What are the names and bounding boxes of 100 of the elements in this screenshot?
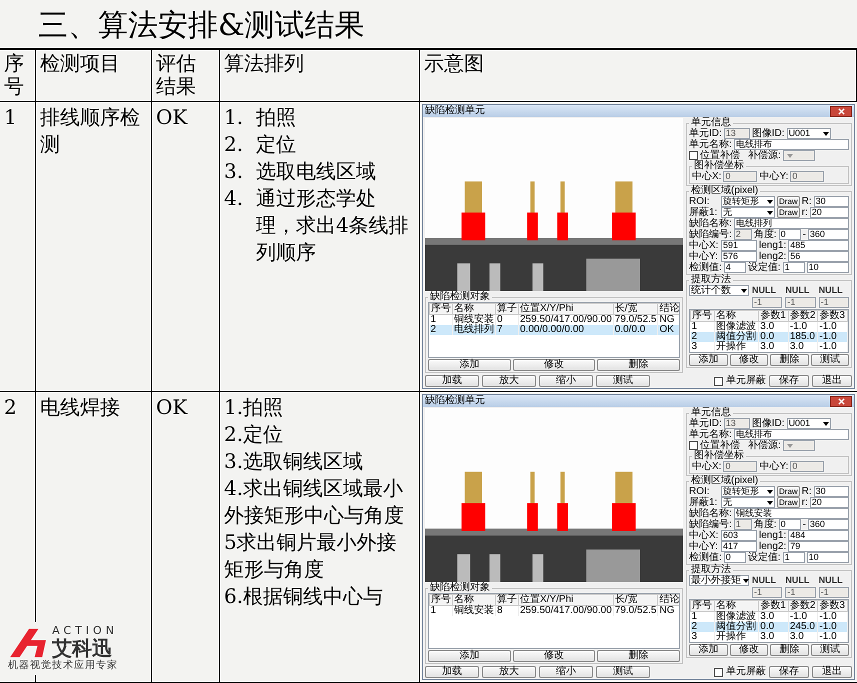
column-header[interactable]: 参数3: [818, 310, 848, 322]
column-header[interactable]: 参数1: [758, 310, 788, 322]
checkbox[interactable]: [689, 441, 698, 450]
text-field[interactable]: 576: [721, 251, 757, 262]
dropdown[interactable]: U001: [786, 418, 831, 429]
text-field[interactable]: -1: [752, 297, 782, 308]
text-field[interactable]: 铜线安装: [734, 508, 849, 519]
dropdown[interactable]: 无: [721, 497, 775, 508]
column-header[interactable]: 名称: [714, 310, 759, 322]
action-button[interactable]: 测试: [596, 375, 650, 387]
action-button[interactable]: 加载: [425, 375, 479, 387]
action-button[interactable]: 放大: [482, 375, 536, 387]
column-header[interactable]: 算子: [496, 304, 518, 314]
column-header[interactable]: 位置X/Y/Phi: [518, 304, 614, 314]
action-button[interactable]: 删除: [597, 650, 680, 662]
dropdown[interactable]: U001: [786, 128, 831, 139]
dropdown[interactable]: 统计个数: [689, 285, 749, 296]
table-row[interactable]: 2 阈值分割 0.0 245.0 -1.0: [690, 622, 848, 632]
table-row[interactable]: 2 阈值分割 0.0 185.0 -1.0: [690, 332, 848, 342]
text-field[interactable]: 485: [788, 240, 849, 251]
action-button[interactable]: 缩小: [539, 666, 593, 678]
column-header[interactable]: 参数2: [788, 310, 818, 322]
action-button[interactable]: 放大: [482, 666, 536, 678]
dropdown[interactable]: 旋转矩形: [721, 196, 775, 207]
action-button[interactable]: 添加: [689, 354, 728, 366]
text-field[interactable]: 1: [734, 519, 752, 530]
action-button[interactable]: 测试: [596, 666, 650, 678]
text-field[interactable]: 10: [806, 552, 849, 563]
dropdown[interactable]: 最小外接矩: [689, 575, 749, 586]
text-field[interactable]: 484: [788, 530, 849, 541]
checkbox[interactable]: [714, 668, 723, 676]
text-field[interactable]: 13: [724, 128, 750, 139]
column-header[interactable]: 名称: [452, 594, 496, 606]
text-field[interactable]: 13: [724, 418, 750, 429]
text-field[interactable]: 0: [724, 552, 746, 563]
column-header[interactable]: 名称: [452, 304, 496, 314]
text-field[interactable]: -1: [818, 587, 849, 598]
checkbox[interactable]: [689, 151, 698, 160]
text-field[interactable]: 0: [723, 461, 758, 472]
checkbox[interactable]: [714, 376, 723, 386]
text-field[interactable]: 10: [806, 262, 849, 273]
text-field[interactable]: -1: [785, 587, 816, 598]
action-button[interactable]: 加载: [425, 666, 479, 678]
text-field[interactable]: 603: [721, 530, 757, 541]
action-button[interactable]: 添加: [428, 650, 511, 662]
column-header[interactable]: 结论: [658, 594, 679, 606]
column-header[interactable]: 参数1: [758, 600, 788, 612]
table-row[interactable]: 3 开操作 3.0 3.0 -1.0: [690, 342, 848, 352]
text-field[interactable]: 30: [814, 486, 849, 497]
draw-button[interactable]: Draw: [777, 497, 800, 508]
close-button[interactable]: [830, 106, 852, 116]
column-header[interactable]: 参数3: [818, 600, 848, 612]
text-field[interactable]: 电线排布: [734, 429, 849, 440]
action-button[interactable]: 修改: [730, 354, 768, 366]
action-button[interactable]: 退出: [812, 375, 852, 387]
text-field[interactable]: 1: [782, 552, 805, 563]
action-button[interactable]: 删除: [597, 359, 680, 371]
text-field[interactable]: -1: [818, 297, 849, 308]
text-field[interactable]: 20: [810, 207, 849, 218]
text-field[interactable]: 0: [790, 171, 824, 182]
action-button[interactable]: 保存: [769, 666, 809, 678]
text-field[interactable]: 4: [724, 262, 746, 273]
text-field[interactable]: 0: [790, 461, 824, 472]
action-button[interactable]: 测试: [810, 644, 849, 656]
text-field[interactable]: 360: [808, 229, 849, 240]
text-field[interactable]: 0: [778, 519, 801, 530]
table-row[interactable]: 1 铜线安装 8 259.50/417.00/90.00 79.0/52.5 NG: [430, 606, 679, 616]
text-field[interactable]: -1: [752, 587, 782, 598]
text-field[interactable]: 20: [810, 497, 849, 508]
text-field[interactable]: 360: [808, 519, 849, 530]
table-row[interactable]: 2 电线排列 7 0.00/0.00/0.00 0.0/0.0 OK: [430, 325, 679, 335]
text-field[interactable]: 56: [788, 251, 849, 262]
text-field[interactable]: 电线排列: [734, 218, 849, 229]
text-field[interactable]: 2: [734, 229, 752, 240]
text-field[interactable]: 0: [778, 229, 801, 240]
column-header[interactable]: 位置X/Y/Phi: [518, 594, 614, 606]
action-button[interactable]: 删除: [770, 644, 808, 656]
column-header[interactable]: 算子: [496, 594, 518, 606]
column-header[interactable]: 参数2: [788, 600, 818, 612]
action-button[interactable]: 保存: [769, 375, 809, 387]
text-field[interactable]: 电线排布: [734, 139, 849, 150]
action-button[interactable]: 添加: [689, 644, 728, 656]
draw-button[interactable]: Draw: [777, 486, 800, 497]
action-button[interactable]: 缩小: [539, 375, 593, 387]
text-field[interactable]: 79: [788, 541, 849, 552]
action-button[interactable]: 修改: [512, 359, 596, 371]
text-field[interactable]: 417: [721, 541, 757, 552]
action-button[interactable]: 修改: [512, 650, 596, 662]
action-button[interactable]: 添加: [428, 359, 511, 371]
text-field[interactable]: -1: [785, 297, 816, 308]
action-button[interactable]: 退出: [812, 666, 852, 678]
column-header[interactable]: 结论: [658, 304, 679, 314]
text-field[interactable]: 0: [723, 171, 758, 182]
dropdown[interactable]: 旋转矩形: [721, 486, 775, 497]
column-header[interactable]: 名称: [714, 600, 759, 612]
draw-button[interactable]: Draw: [777, 207, 800, 218]
text-field[interactable]: 30: [814, 196, 849, 207]
text-field[interactable]: 1: [782, 262, 805, 273]
action-button[interactable]: 修改: [730, 644, 768, 656]
dropdown[interactable]: 无: [721, 207, 775, 218]
